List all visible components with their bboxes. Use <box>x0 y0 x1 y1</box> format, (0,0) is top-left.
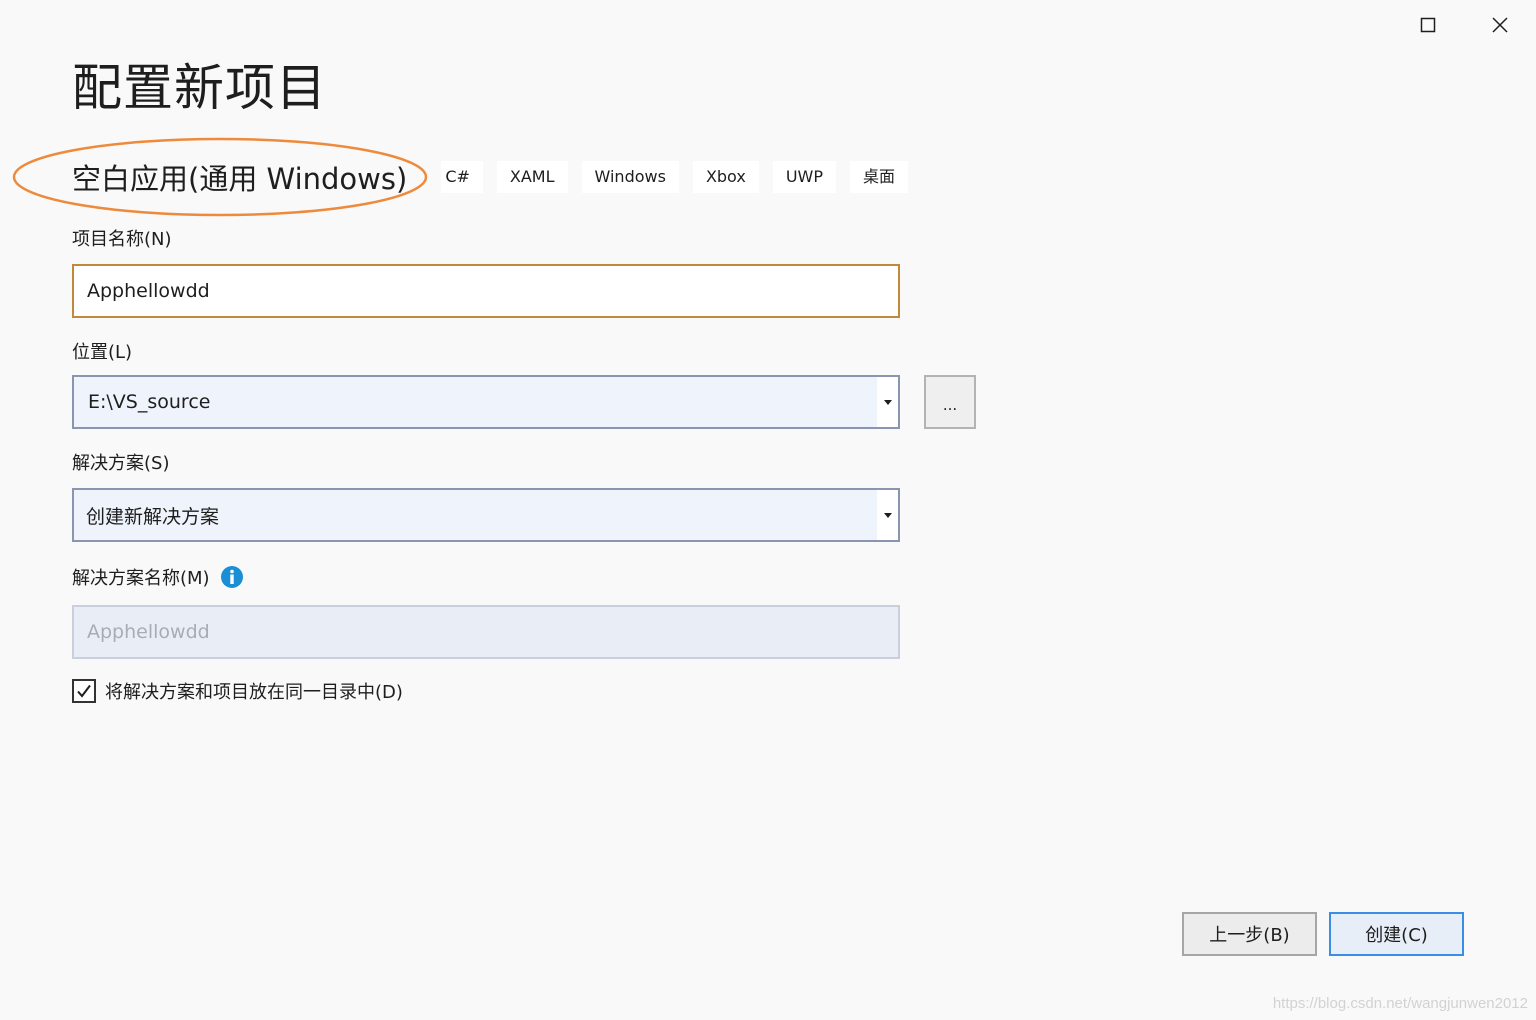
location-value: E:\VS_source <box>88 391 211 413</box>
solution-name-label: 解决方案名称(M) <box>72 568 210 589</box>
location-combobox[interactable]: E:\VS_source <box>72 375 900 429</box>
template-info: 空白应用(通用 Windows) C# XAML Windows Xbox UW… <box>72 156 922 198</box>
close-button[interactable] <box>1464 0 1536 50</box>
watermark: https://blog.csdn.net/wangjunwen2012 <box>1272 995 1528 1012</box>
same-directory-checkbox[interactable] <box>72 679 96 703</box>
tag-csharp: C# <box>441 161 483 193</box>
project-name-input[interactable]: Apphellowdd <box>72 264 900 318</box>
solution-value: 创建新解决方案 <box>86 505 220 528</box>
project-name-label: 项目名称(N) <box>72 229 172 250</box>
location-dropdown-arrow[interactable] <box>877 377 898 427</box>
template-tags: C# XAML Windows Xbox UWP 桌面 <box>441 161 922 193</box>
location-label: 位置(L) <box>72 342 133 363</box>
same-directory-label: 将解决方案和项目放在同一目录中(D) <box>105 682 403 703</box>
solution-name-input[interactable]: Apphellowdd <box>72 605 900 659</box>
same-directory-option[interactable]: 将解决方案和项目放在同一目录中(D) <box>72 678 403 704</box>
checkmark-icon <box>77 684 91 698</box>
solution-dropdown-arrow[interactable] <box>877 490 898 540</box>
solution-name-label-row: 解决方案名称(M) <box>72 564 244 590</box>
tag-xbox: Xbox <box>692 161 759 193</box>
maximize-icon <box>1420 17 1436 33</box>
tag-xaml: XAML <box>496 161 568 193</box>
template-name: 空白应用(通用 Windows) <box>72 162 408 196</box>
tag-uwp: UWP <box>772 161 837 193</box>
chevron-down-icon <box>884 399 892 405</box>
window-controls <box>1392 0 1536 50</box>
project-name-value: Apphellowdd <box>87 280 210 302</box>
solution-name-value: Apphellowdd <box>87 621 210 643</box>
solution-combobox[interactable]: 创建新解决方案 <box>72 488 900 542</box>
page-title: 配置新项目 <box>72 59 327 117</box>
close-icon <box>1492 17 1508 33</box>
info-icon[interactable] <box>220 565 244 589</box>
maximize-button[interactable] <box>1392 0 1464 50</box>
tag-desktop: 桌面 <box>850 161 909 193</box>
tag-windows: Windows <box>581 161 679 193</box>
back-button[interactable]: 上一步(B) <box>1182 912 1317 956</box>
chevron-down-icon <box>884 512 892 518</box>
create-button[interactable]: 创建(C) <box>1329 912 1464 956</box>
solution-label: 解决方案(S) <box>72 453 170 474</box>
browse-button[interactable]: ... <box>924 375 976 429</box>
